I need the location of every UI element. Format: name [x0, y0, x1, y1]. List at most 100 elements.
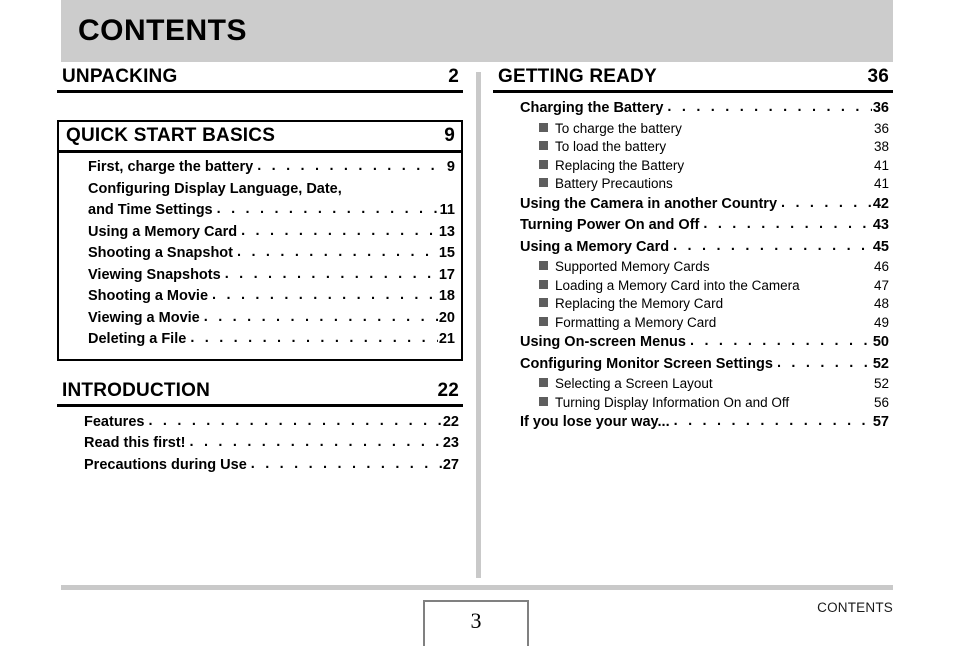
- toc-chapter-entries: Features. . . . . . . . . . . . . . . . …: [57, 407, 463, 477]
- toc-subentry-page: 52: [873, 376, 889, 391]
- toc-entry-page: 13: [438, 223, 455, 240]
- toc-entry[interactable]: Using a Memory Card. . . . . . . . . . .…: [66, 222, 455, 244]
- toc-chapter: QUICK START BASICS 9 First, charge the bat…: [57, 120, 463, 361]
- toc-chapter: UNPACKING 2: [57, 66, 463, 98]
- toc-entry[interactable]: and Time Settings. . . . . . . . . . . .…: [66, 200, 455, 222]
- toc-entry-label: Viewing a Movie: [88, 309, 200, 326]
- toc-subentry-page: 56: [873, 394, 889, 410]
- toc-column-right: GETTING READY 36 Charging the Battery. . .…: [493, 66, 893, 436]
- square-bullet-icon: [539, 279, 548, 289]
- toc-subentry[interactable]: Replacing the Memory Card 48: [498, 295, 889, 314]
- toc-entry-label: Configuring Display Language, Date,: [88, 180, 342, 197]
- footer-divider: [61, 585, 893, 590]
- toc-entry-label: Features: [84, 413, 145, 430]
- toc-entry-page: 52: [872, 355, 889, 372]
- toc-entry-label: First, charge the battery: [88, 159, 254, 175]
- column-divider: [476, 72, 481, 578]
- toc-subentry-label: Loading a Memory Card into the Camera: [555, 277, 800, 293]
- toc-entry[interactable]: Features. . . . . . . . . . . . . . . . …: [62, 412, 459, 434]
- toc-entry[interactable]: Precautions during Use. . . . . . . . . …: [62, 455, 459, 477]
- toc-entry-label: Using a Memory Card: [88, 223, 238, 240]
- toc-subentry[interactable]: Selecting a Screen Layout 52: [498, 375, 889, 394]
- toc-chapter: GETTING READY 36 Charging the Battery. . .…: [493, 66, 893, 434]
- toc-chapter-entries: Charging the Battery. . . . . . . . . . …: [493, 93, 893, 434]
- toc-entry-label: Using On-screen Menus: [520, 334, 686, 350]
- square-bullet-icon: [539, 261, 548, 270]
- toc-chapter-heading[interactable]: INTRODUCTION 22: [57, 380, 463, 407]
- toc-entry-leader: . . . . . . . . . .: [781, 194, 872, 211]
- toc-subentry-page: 41: [873, 176, 889, 191]
- toc-entry[interactable]: First, charge the battery. . . . . . . .…: [66, 157, 455, 179]
- toc-chapter-heading[interactable]: QUICK START BASICS 9: [59, 122, 461, 153]
- toc-chapter-entries: [57, 93, 463, 98]
- toc-subentry[interactable]: Replacing the Battery 41: [498, 157, 889, 176]
- toc-entry[interactable]: If you lose your way.... . . . . . . . .…: [498, 412, 889, 434]
- toc-entry-leader: . . . . . . . . . . . . . . . . . . . . …: [203, 308, 438, 325]
- square-bullet-icon: [539, 378, 548, 387]
- toc-entry-leader: . . . . . . . . . . . . . . . . . . . . …: [689, 333, 872, 349]
- toc-subentry[interactable]: To load the battery 38: [498, 138, 889, 157]
- toc-chapter-heading[interactable]: GETTING READY 36: [493, 66, 893, 93]
- toc-entry[interactable]: Viewing Snapshots. . . . . . . . . . . .…: [66, 265, 455, 287]
- toc-entry-label: Configuring Monitor Screen Settings: [520, 355, 773, 372]
- toc-entry[interactable]: Using a Memory Card. . . . . . . . . . .…: [498, 237, 889, 259]
- toc-entry-leader: . . . . . . . . . . . . . . . . . . . . …: [667, 99, 871, 115]
- toc-entry[interactable]: Using On-screen Menus. . . . . . . . . .…: [498, 332, 889, 354]
- toc-chapter-page: 36: [867, 66, 889, 87]
- toc-entry-label: Shooting a Snapshot: [88, 245, 233, 261]
- page-number-box: 3: [423, 600, 529, 646]
- toc-entry[interactable]: Shooting a Movie. . . . . . . . . . . . …: [66, 286, 455, 308]
- toc-chapter-page: 22: [437, 379, 459, 401]
- toc-entry[interactable]: Using the Camera in another Country. . .…: [498, 194, 889, 216]
- toc-subentry[interactable]: Loading a Memory Card into the Camera 47: [498, 277, 889, 296]
- toc-entry-page: 22: [442, 413, 459, 430]
- toc-entry-label: If you lose your way...: [520, 414, 670, 430]
- toc-chapter-heading[interactable]: UNPACKING 2: [57, 66, 463, 93]
- toc-subentry[interactable]: Supported Memory Cards 46: [498, 258, 889, 277]
- square-bullet-icon: [539, 316, 548, 326]
- toc-entry[interactable]: Read this first!. . . . . . . . . . . . …: [62, 433, 459, 455]
- toc-entry-leader: . . . . . . . . . . . . . . . . . . . . …: [148, 412, 441, 429]
- toc-entry[interactable]: Turning Power On and Off. . . . . . . . …: [498, 215, 889, 237]
- toc-entry-label: Viewing Snapshots: [88, 266, 221, 283]
- toc-entry-page: 36: [872, 100, 889, 116]
- toc-entry[interactable]: Configuring Monitor Screen Settings. . .…: [498, 354, 889, 376]
- toc-entry[interactable]: Viewing a Movie. . . . . . . . . . . . .…: [66, 308, 455, 330]
- square-bullet-icon: [539, 178, 548, 187]
- square-bullet-icon: [539, 122, 548, 132]
- toc-subentry[interactable]: Formatting a Memory Card 49: [498, 314, 889, 333]
- toc-subentry[interactable]: To charge the battery 36: [498, 120, 889, 139]
- toc-entry-leader: . . . . . . . . . . . . . . . . . . . . …: [237, 244, 438, 260]
- toc-entry-leader: . . . . . . . . . . . . . . . . . . . . …: [673, 413, 872, 429]
- toc-subentry[interactable]: Battery Precautions 41: [498, 175, 889, 194]
- toc-entry-page: 20: [438, 309, 455, 326]
- toc-entry-label: Charging the Battery: [520, 100, 664, 116]
- toc-entry-page: 43: [872, 217, 889, 233]
- square-bullet-icon: [539, 396, 548, 406]
- toc-entry[interactable]: Shooting a Snapshot. . . . . . . . . . .…: [66, 243, 455, 265]
- toc-entry-leader: . . . . . . . . . . . . . . . . . . . . …: [224, 265, 438, 282]
- toc-entry-leader: . . . . . . . . . . . . . . . . . . . . …: [212, 287, 438, 303]
- toc-entry-page: 57: [872, 414, 889, 430]
- toc-subentry-label: Battery Precautions: [555, 176, 673, 191]
- toc-subentry-label: Formatting a Memory Card: [555, 314, 717, 330]
- toc-entry[interactable]: Deleting a File. . . . . . . . . . . . .…: [66, 329, 455, 351]
- toc-entry-label: Precautions during Use: [84, 456, 247, 473]
- toc-entry[interactable]: Configuring Display Language, Date,: [66, 179, 455, 201]
- toc-subentry-label: Selecting a Screen Layout: [555, 376, 713, 391]
- toc-subentry-label: Supported Memory Cards: [555, 259, 710, 274]
- toc-entry[interactable]: Charging the Battery. . . . . . . . . . …: [498, 98, 889, 120]
- toc-subentry-label: Replacing the Battery: [555, 157, 685, 173]
- toc-entry-page: 42: [872, 195, 889, 212]
- toc-entry-leader: . . . . . . . . . . . . . . . . . . . .: [250, 455, 442, 472]
- page-header-band: CONTENTS: [61, 0, 893, 62]
- toc-entry-label: Read this first!: [84, 435, 186, 451]
- toc-entry-page: 11: [439, 202, 455, 218]
- toc-subentry[interactable]: Turning Display Information On and Off 56: [498, 394, 889, 413]
- toc-entry-leader: . . . . . . . . . . . . . . . . . . . . …: [673, 237, 872, 254]
- footer-section-label: CONTENTS: [817, 600, 893, 615]
- toc-entry-leader: . . . . . . . . . . . . . . . . . . . . …: [190, 330, 438, 346]
- toc-chapter: INTRODUCTION 22 Features. . . . . . . . . …: [57, 380, 463, 477]
- toc-entry-page: 18: [438, 288, 455, 304]
- toc-entry-page: 15: [438, 245, 455, 261]
